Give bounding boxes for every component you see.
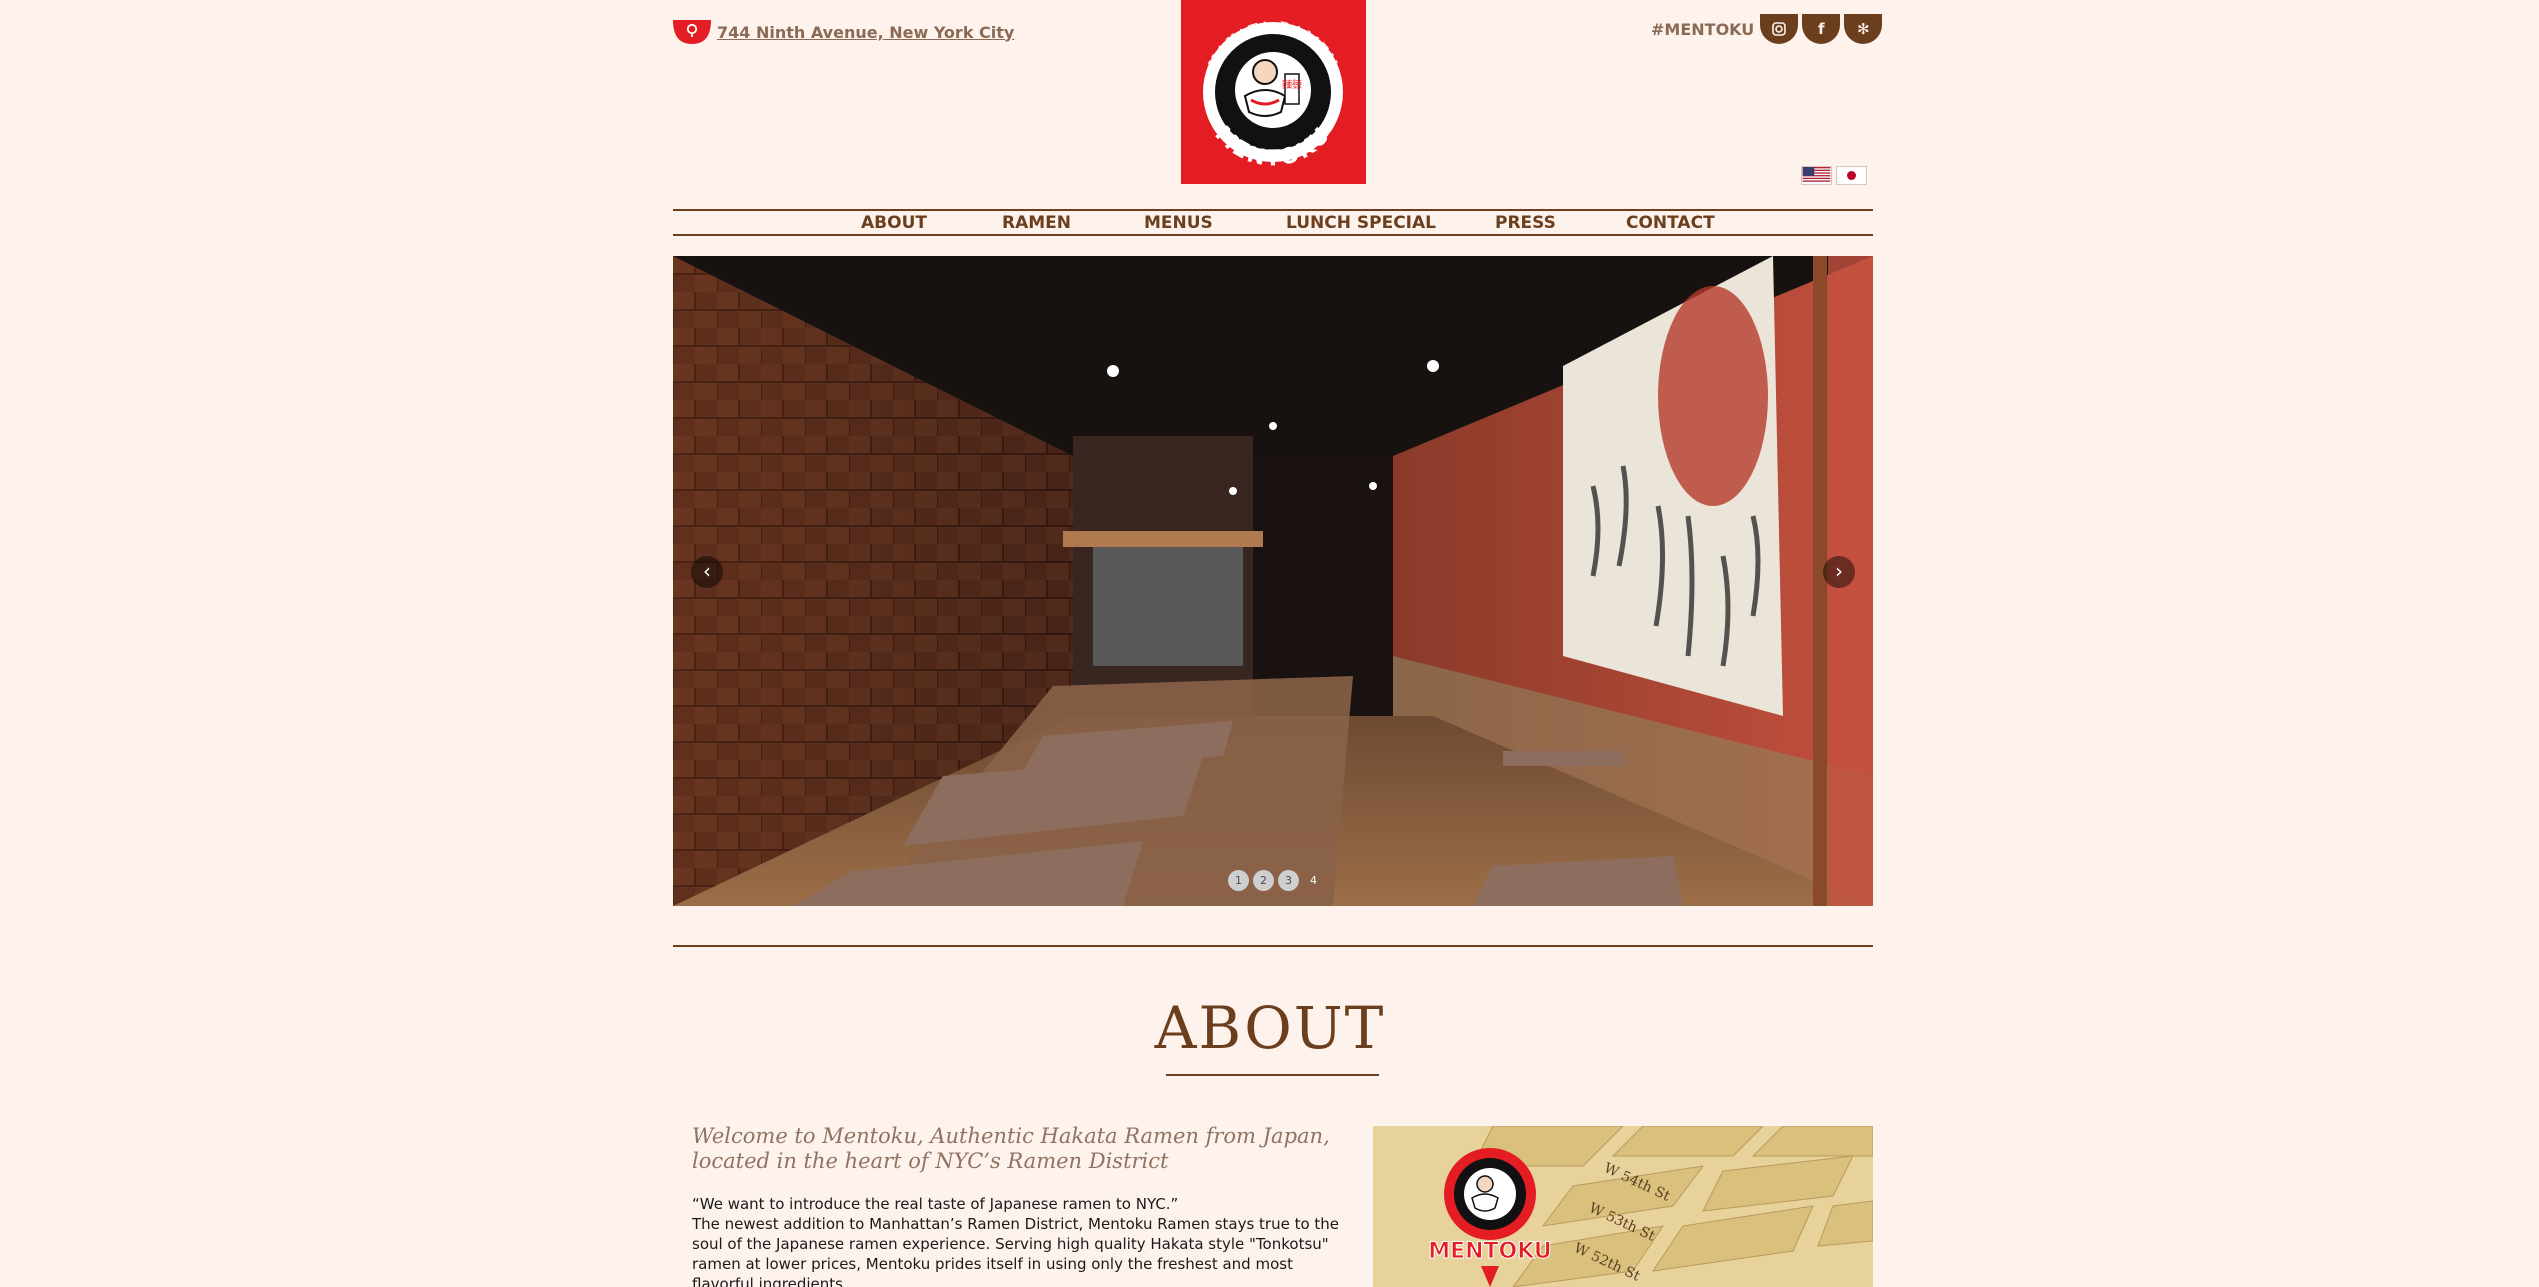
- nav-press[interactable]: PRESS: [1495, 213, 1556, 233]
- slide-dot[interactable]: 1: [1228, 870, 1249, 891]
- map-logo-text: MENTOKU: [1428, 1239, 1552, 1264]
- about-body: The newest addition to Manhattan’s Ramen…: [692, 1215, 1340, 1287]
- nav-contact[interactable]: CONTACT: [1626, 213, 1715, 233]
- yelp-icon[interactable]: ✻: [1844, 14, 1883, 44]
- language-switcher: [1801, 166, 1867, 185]
- nav-lunch-special[interactable]: LUNCH SPECIAL: [1286, 213, 1436, 233]
- slide-dot-active[interactable]: 4: [1303, 870, 1324, 891]
- nav-ramen[interactable]: RAMEN: [1002, 213, 1071, 233]
- address-link[interactable]: 744 Ninth Avenue, New York City: [717, 23, 1014, 42]
- about-quote: “We want to introduce the real taste of …: [692, 1195, 1179, 1213]
- main-nav: ABOUT RAMEN MENUS LUNCH SPECIAL PRESS CO…: [673, 209, 1873, 236]
- about-heading: ABOUT: [1154, 994, 1386, 1062]
- nav-about[interactable]: ABOUT: [861, 213, 927, 233]
- slide-next-button[interactable]: ›: [1823, 556, 1855, 588]
- logo-emblem: 麺徳 HAKATA RAMEN MENTOKU: [1203, 18, 1343, 172]
- social-bar: #MENTOKU f ✻: [1651, 14, 1883, 44]
- street-map: W 54th St W 53th St W 52th St MENTOKU: [1373, 1126, 1873, 1287]
- section-divider: [673, 945, 1873, 947]
- location-pin-icon: [673, 20, 711, 44]
- slide-dot[interactable]: 3: [1278, 870, 1299, 891]
- nav-menus[interactable]: MENUS: [1144, 213, 1213, 233]
- location-map[interactable]: W 54th St W 53th St W 52th St MENTOKU: [1373, 1126, 1873, 1287]
- slide-prev-button[interactable]: ‹: [691, 556, 723, 588]
- slide-pagination: 1 2 3 4: [1228, 870, 1324, 891]
- about-heading-underline: [1166, 1074, 1379, 1076]
- hashtag-label: #MENTOKU: [1651, 19, 1755, 39]
- welcome-tagline: Welcome to Mentoku, Authentic Hakata Ram…: [692, 1124, 1330, 1173]
- address-block: 744 Ninth Avenue, New York City: [673, 20, 1014, 44]
- facebook-icon[interactable]: f: [1802, 14, 1841, 44]
- japan-flag-icon[interactable]: [1836, 166, 1867, 185]
- mentoku-logo[interactable]: 麺徳 HAKATA RAMEN MENTOKU: [1181, 0, 1366, 184]
- instagram-icon[interactable]: [1760, 14, 1799, 44]
- us-flag-icon[interactable]: [1801, 166, 1832, 185]
- about-intro: “We want to introduce the real taste of …: [692, 1194, 1348, 1287]
- logo-kanji: 麺徳: [1282, 78, 1302, 91]
- hero-slideshow[interactable]: ‹ › 1 2 3 4: [673, 256, 1873, 906]
- restaurant-interior-photo: [673, 256, 1873, 906]
- slide-dot[interactable]: 2: [1253, 870, 1274, 891]
